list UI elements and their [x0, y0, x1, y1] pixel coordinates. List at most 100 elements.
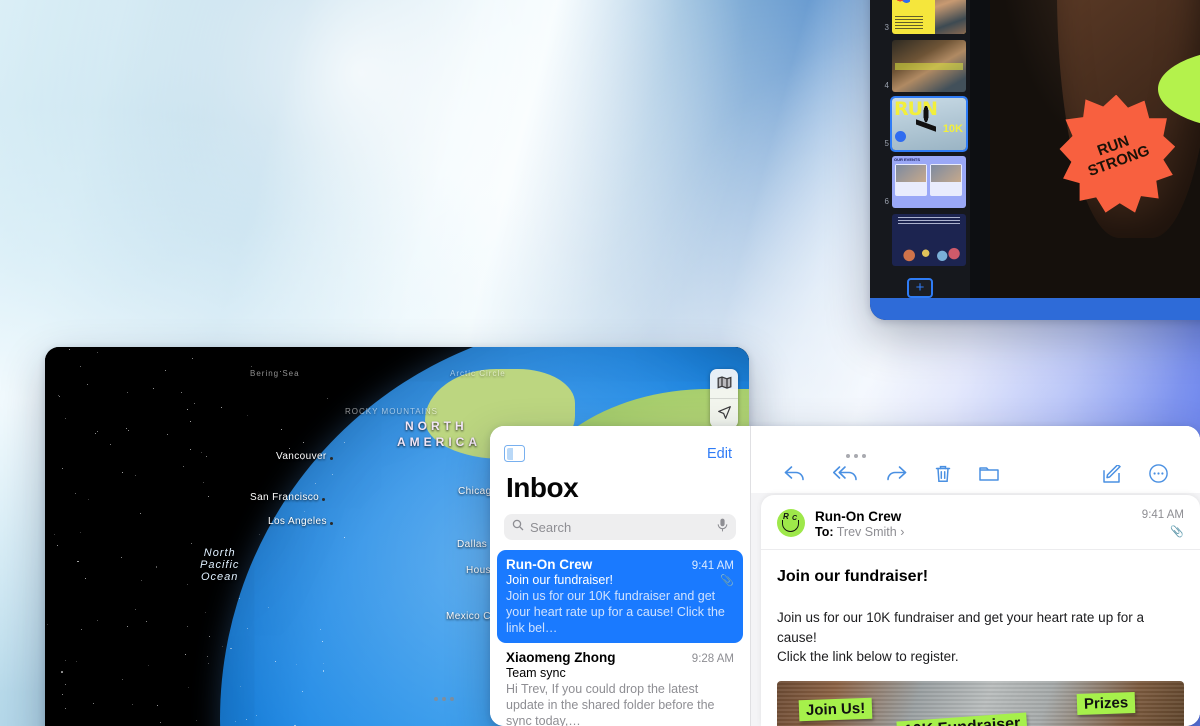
star — [251, 366, 252, 367]
sidebar-toggle-icon[interactable] — [504, 445, 525, 462]
slide-thumbnail-photo[interactable] — [892, 40, 966, 92]
window-drag-handle[interactable] — [434, 697, 454, 701]
thumb-logo-badge — [895, 131, 906, 142]
star — [247, 415, 248, 416]
star — [281, 429, 282, 430]
message-card: R C Run-On Crew To: Trev Smith › 9:41 AM… — [761, 495, 1200, 726]
slide-thumbnail-run-selected[interactable]: RUN 10K — [892, 98, 966, 150]
star — [208, 496, 209, 497]
map-label: Los Angeles — [268, 516, 327, 527]
star — [61, 671, 63, 673]
star — [274, 517, 276, 519]
slide-thumbnail-community[interactable]: COMMUNITY — [892, 0, 966, 34]
recipient-line[interactable]: To: Trev Smith › — [815, 525, 1132, 539]
move-to-folder-button[interactable] — [979, 466, 999, 482]
star — [157, 705, 158, 706]
mail-detail-pane[interactable]: R C Run-On Crew To: Trev Smith › 9:41 AM… — [751, 426, 1200, 726]
map-controls[interactable] — [710, 369, 738, 428]
star — [230, 648, 232, 650]
thumb-banner — [895, 63, 963, 70]
star — [121, 557, 122, 558]
star — [132, 704, 133, 705]
star — [183, 466, 184, 467]
reply-all-button[interactable] — [833, 465, 858, 482]
star — [207, 656, 208, 657]
message-subject: Team sync — [506, 666, 566, 680]
star — [296, 664, 297, 665]
star — [259, 534, 261, 536]
banner-tag-10k-fundraiser: 10K Fundraiser — [896, 712, 1028, 726]
search-field[interactable] — [504, 514, 736, 540]
poster-canvas[interactable]: RU C COMMUNITY FUNDRAISER 10K RUN RUN ST… — [970, 0, 1200, 298]
map-layers-button[interactable] — [710, 369, 738, 398]
slide-thumbnail-row[interactable]: 5 RUN 10K — [874, 98, 966, 150]
star — [187, 584, 188, 585]
star — [62, 694, 63, 695]
mail-sidebar-toolbar: Edit — [490, 426, 750, 462]
thumb-event-card — [895, 164, 927, 196]
locate-me-button[interactable] — [710, 399, 738, 428]
star — [303, 442, 304, 443]
star — [222, 646, 223, 647]
more-button[interactable] — [1149, 464, 1168, 483]
star — [62, 468, 63, 469]
forward-button[interactable] — [886, 465, 907, 482]
list-item[interactable]: Run-On Crew 9:41 AM Join our fundraiser!… — [497, 550, 743, 643]
message-sender: Xiaomeng Zhong — [506, 650, 616, 665]
star — [320, 629, 321, 630]
sender-name: Run-On Crew — [815, 509, 1132, 524]
slide-thumbnail-row[interactable]: 6 OUR EVENTS — [874, 156, 966, 208]
trash-button[interactable] — [935, 465, 951, 483]
runner-silhouette-icon — [916, 106, 936, 146]
star — [135, 609, 136, 610]
recipient-name: Trev Smith — [837, 525, 897, 539]
star — [122, 679, 123, 680]
attachment-icon: 📎 — [1142, 525, 1184, 538]
edit-button[interactable]: Edit — [707, 446, 732, 462]
message-subject-heading: Join our fundraiser! — [761, 550, 1200, 586]
slide-thumbnail-panel[interactable]: 3 COMMUNITY 4 5 RUN 10K — [870, 0, 970, 298]
poster-design-window[interactable]: 3 COMMUNITY 4 5 RUN 10K — [870, 0, 1200, 320]
page-title: Inbox — [490, 462, 750, 514]
mail-toolbar[interactable] — [751, 426, 1200, 493]
star — [190, 449, 191, 450]
thumb-decor — [896, 0, 910, 3]
slide-thumbnail-row[interactable]: 3 COMMUNITY — [874, 0, 966, 34]
slide-thumbnail-events[interactable]: OUR EVENTS — [892, 156, 966, 208]
star — [126, 428, 127, 429]
star — [54, 534, 55, 535]
list-item[interactable]: Xiaomeng Zhong 9:28 AM Team sync Hi Trev… — [497, 643, 743, 726]
microphone-icon[interactable] — [717, 518, 728, 537]
poster-burst-text: RUN STRONG — [1081, 128, 1152, 180]
attachment-icon: 📎 — [720, 574, 734, 587]
star — [208, 663, 209, 664]
search-input[interactable] — [530, 520, 711, 535]
star — [140, 513, 141, 514]
message-time: 9:41 AM — [692, 560, 734, 572]
star — [122, 472, 123, 473]
map-label: AMERICA — [397, 435, 481, 449]
slide-number: 4 — [881, 82, 889, 92]
to-label: To: — [815, 525, 834, 539]
window-drag-handle[interactable] — [846, 454, 866, 458]
star — [69, 349, 70, 350]
star — [194, 403, 195, 404]
promo-banner-image[interactable]: Join Us! 10K Fundraiser Prizes — [777, 681, 1184, 726]
slide-thumbnail-quote[interactable] — [892, 214, 966, 266]
poster-window-bottom-bar — [870, 298, 1200, 320]
star — [135, 475, 136, 476]
reply-button[interactable] — [784, 465, 805, 482]
mail-sidebar[interactable]: Edit Inbox Run-On Crew — [490, 426, 750, 726]
compose-button[interactable] — [1103, 465, 1121, 483]
map-label: Bering Sea — [250, 369, 300, 378]
message-list[interactable]: Run-On Crew 9:41 AM Join our fundraiser!… — [490, 550, 750, 726]
mail-window[interactable]: Edit Inbox Run-On Crew — [490, 426, 1200, 726]
star — [110, 444, 111, 445]
avatar: R C — [777, 509, 805, 537]
star — [190, 421, 191, 422]
add-slide-button[interactable]: + — [907, 278, 933, 298]
slide-thumbnail-row[interactable]: 4 — [874, 40, 966, 92]
map-label: NORTH — [405, 419, 468, 433]
map-label: Dallas — [457, 539, 487, 550]
slide-thumbnail-row[interactable] — [874, 214, 966, 266]
